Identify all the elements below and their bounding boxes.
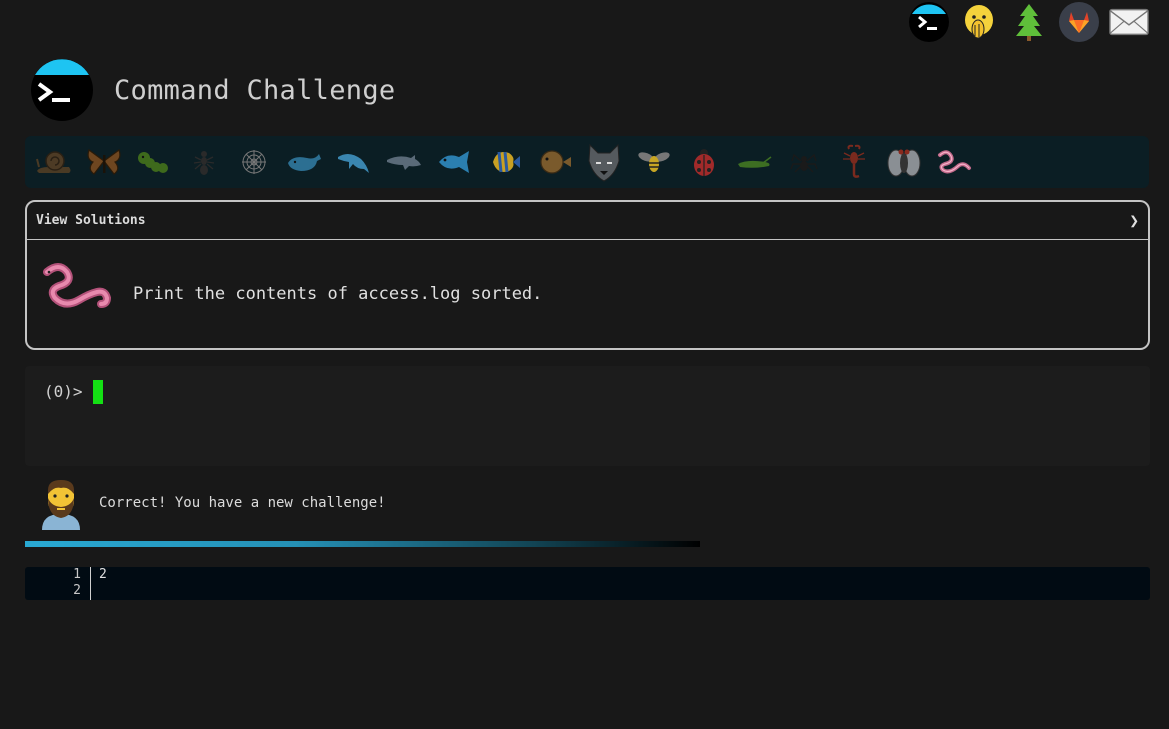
badge-ant[interactable] <box>183 141 225 183</box>
whale-icon <box>288 154 321 171</box>
badge-bee[interactable] <box>633 141 675 183</box>
feedback-message: Correct! You have a new challenge! <box>38 476 386 530</box>
badge-fish[interactable] <box>433 141 475 183</box>
spider-web-icon <box>242 150 266 174</box>
ant-icon <box>193 151 215 175</box>
terminal-logo-icon[interactable] <box>30 58 94 122</box>
challenge-description: Print the contents of access.log sorted. <box>133 284 543 304</box>
challenge-body: Print the contents of access.log sorted. <box>27 240 1148 348</box>
top-links <box>909 2 1149 42</box>
progress-fill <box>25 541 700 547</box>
terminal-logo-icon <box>909 2 949 42</box>
scorpion-icon <box>843 144 865 178</box>
gitlab-icon <box>1059 2 1099 42</box>
output-line: 2 <box>99 567 107 582</box>
site-header: Command Challenge <box>30 58 395 122</box>
butterfly-icon <box>87 149 121 175</box>
bee-icon <box>638 152 670 172</box>
badge-dolphin-2[interactable] <box>383 141 425 183</box>
line-number-gutter: 1 2 <box>25 567 91 600</box>
wolf-icon <box>588 143 620 182</box>
envelope-icon <box>1109 8 1149 36</box>
badge-fly[interactable] <box>883 141 925 183</box>
dolphin-icon <box>387 155 421 170</box>
terminal-cursor <box>93 380 103 404</box>
badge-cricket[interactable] <box>733 141 775 183</box>
badge-spider-web[interactable] <box>233 141 275 183</box>
badge-snail[interactable] <box>33 141 75 183</box>
fly-icon <box>887 149 921 177</box>
pine-tree-link[interactable] <box>1009 2 1049 42</box>
badge-scorpion[interactable] <box>833 141 875 183</box>
badge-ladybug[interactable] <box>683 141 725 183</box>
dolphin-icon <box>338 153 369 173</box>
progress-bar <box>25 541 700 547</box>
worm-icon <box>938 150 971 174</box>
badge-wolf[interactable] <box>583 141 625 183</box>
fish-icon <box>439 151 469 173</box>
terminal-logo-link[interactable] <box>909 2 949 42</box>
badge-worm[interactable] <box>933 141 975 183</box>
blowfish-icon <box>540 150 571 174</box>
view-solutions-toggle[interactable]: View Solutions ❯ <box>27 202 1148 240</box>
cricket-icon <box>738 156 772 168</box>
gitlab-link[interactable] <box>1059 2 1099 42</box>
command-output: 1 2 2 <box>25 567 1150 600</box>
badge-butterfly[interactable] <box>83 141 125 183</box>
bearded-person-avatar-icon <box>42 480 80 530</box>
badge-tropical-fish[interactable] <box>483 141 525 183</box>
terminal-input-area[interactable]: (0)> <box>25 366 1150 466</box>
shushing-face-link[interactable] <box>959 2 999 42</box>
chevron-right-icon: ❯ <box>1129 211 1139 230</box>
email-link[interactable] <box>1109 2 1149 42</box>
shushing-face-icon <box>965 5 993 39</box>
page-title: Command Challenge <box>114 74 396 106</box>
pine-tree-icon <box>1016 4 1042 41</box>
line-number: 2 <box>73 583 81 598</box>
badge-caterpillar[interactable] <box>133 141 175 183</box>
view-solutions-label: View Solutions <box>36 213 146 228</box>
worm-icon <box>43 263 112 308</box>
tropical-fish-icon <box>493 151 520 173</box>
challenge-badge-bar <box>25 136 1149 188</box>
badge-dolphin-1[interactable] <box>333 141 375 183</box>
badge-spider[interactable] <box>783 141 825 183</box>
page: Command Challenge View Solutions ❯ Print… <box>0 0 1169 729</box>
challenge-card: View Solutions ❯ Print the contents of a… <box>25 200 1150 350</box>
ladybug-icon <box>694 149 714 176</box>
caterpillar-icon <box>138 152 168 173</box>
badge-blowfish[interactable] <box>533 141 575 183</box>
feedback-text: Correct! You have a new challenge! <box>99 495 386 511</box>
badge-whale[interactable] <box>283 141 325 183</box>
spider-icon <box>790 153 818 173</box>
terminal-prompt: (0)> <box>44 382 83 401</box>
line-number: 1 <box>73 567 81 582</box>
snail-icon <box>36 151 71 173</box>
